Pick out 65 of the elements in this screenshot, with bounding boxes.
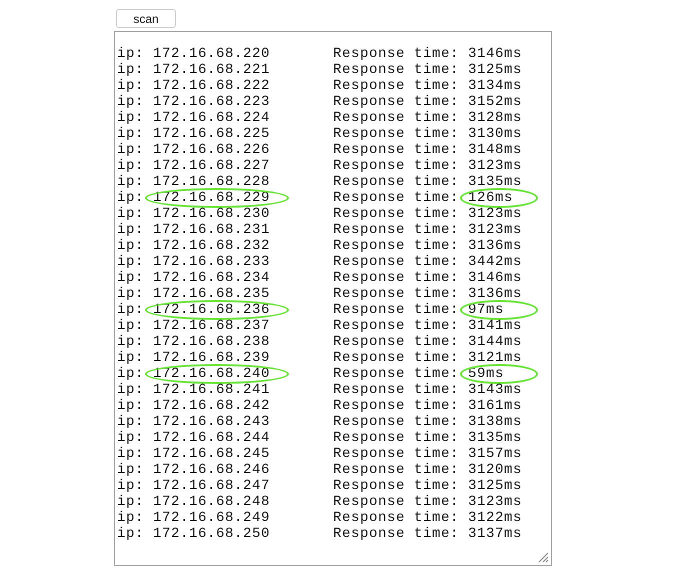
ip-text: ip: 172.16.68.249: [117, 510, 272, 526]
response-time-text: Response time: 3143ms: [333, 382, 522, 398]
ip-text: ip: 172.16.68.230: [117, 206, 272, 222]
ip-text: ip: 172.16.68.234: [117, 270, 272, 286]
response-time-text: Response time: 3161ms: [333, 398, 522, 414]
resize-grip-icon[interactable]: [537, 551, 549, 563]
ip-text: ip: 172.16.68.242: [117, 398, 272, 414]
ip-text: ip: 172.16.68.248: [117, 494, 272, 510]
ip-text: ip: 172.16.68.233: [117, 254, 272, 270]
ip-text: ip: 172.16.68.243: [117, 414, 272, 430]
ip-text: ip: 172.16.68.222: [117, 78, 272, 94]
ip-text: ip: 172.16.68.223: [117, 94, 272, 110]
response-time-text: Response time: 3122ms: [333, 510, 522, 526]
ip-text: ip: 172.16.68.247: [117, 478, 272, 494]
ip-text: ip: 172.16.68.226: [117, 142, 272, 158]
response-time-text: Response time: 3442ms: [333, 254, 522, 270]
response-time-text: Response time: 3125ms: [333, 478, 522, 494]
ip-text: ip: 172.16.68.245: [117, 446, 272, 462]
ip-text: ip: 172.16.68.228: [117, 174, 272, 190]
ip-text: ip: 172.16.68.238: [117, 334, 272, 350]
response-time-text: Response time: 3123ms: [333, 222, 522, 238]
ip-text: ip: 172.16.68.232: [117, 238, 272, 254]
scan-button[interactable]: scan: [116, 9, 176, 28]
response-time-text: Response time: 3146ms: [333, 46, 522, 62]
response-time-text: Response time: 3134ms: [333, 78, 522, 94]
ip-text: ip: 172.16.68.250: [117, 526, 272, 542]
ip-text: ip: 172.16.68.221: [117, 62, 272, 78]
ip-text: ip: 172.16.68.235: [117, 286, 272, 302]
response-time-text: Response time: 3138ms: [333, 414, 522, 430]
ip-text: ip: 172.16.68.231: [117, 222, 272, 238]
response-time-text: Response time: 3130ms: [333, 126, 522, 142]
response-time-text: Response time: 126ms: [333, 190, 514, 206]
ip-text: ip: 172.16.68.239: [117, 350, 272, 366]
ip-text: ip: 172.16.68.225: [117, 126, 272, 142]
response-time-text: Response time: 3128ms: [333, 110, 522, 126]
response-time-text: Response time: 3136ms: [333, 238, 522, 254]
response-time-text: Response time: 3137ms: [333, 526, 522, 542]
ip-text: ip: 172.16.68.236: [117, 302, 272, 318]
ip-text: ip: 172.16.68.241: [117, 382, 272, 398]
ip-text: ip: 172.16.68.244: [117, 430, 272, 446]
response-time-text: Response time: 3148ms: [333, 142, 522, 158]
response-time-text: Response time: 3141ms: [333, 318, 522, 334]
response-time-text: Response time: 3135ms: [333, 430, 522, 446]
response-time-text: Response time: 3120ms: [333, 462, 522, 478]
response-time-text: Response time: 3144ms: [333, 334, 522, 350]
response-time-text: Response time: 3123ms: [333, 494, 522, 510]
ip-text: ip: 172.16.68.240: [117, 366, 272, 382]
ip-text: ip: 172.16.68.229: [117, 190, 272, 206]
response-time-text: Response time: 3136ms: [333, 286, 522, 302]
response-time-text: Response time: 3157ms: [333, 446, 522, 462]
response-time-text: Response time: 97ms: [333, 302, 504, 318]
response-time-text: Response time: 3125ms: [333, 62, 522, 78]
output-textarea[interactable]: [114, 31, 552, 566]
ip-text: ip: 172.16.68.227: [117, 158, 272, 174]
response-time-text: Response time: 3146ms: [333, 270, 522, 286]
ip-text: ip: 172.16.68.224: [117, 110, 272, 126]
response-time-text: Response time: 59ms: [333, 366, 504, 382]
response-time-text: Response time: 3123ms: [333, 206, 522, 222]
response-time-text: Response time: 3152ms: [333, 94, 522, 110]
response-time-text: Response time: 3121ms: [333, 350, 522, 366]
response-time-text: Response time: 3135ms: [333, 174, 522, 190]
ip-text: ip: 172.16.68.237: [117, 318, 272, 334]
ip-text: ip: 172.16.68.220: [117, 46, 272, 62]
ip-text: ip: 172.16.68.246: [117, 462, 272, 478]
response-time-text: Response time: 3123ms: [333, 158, 522, 174]
